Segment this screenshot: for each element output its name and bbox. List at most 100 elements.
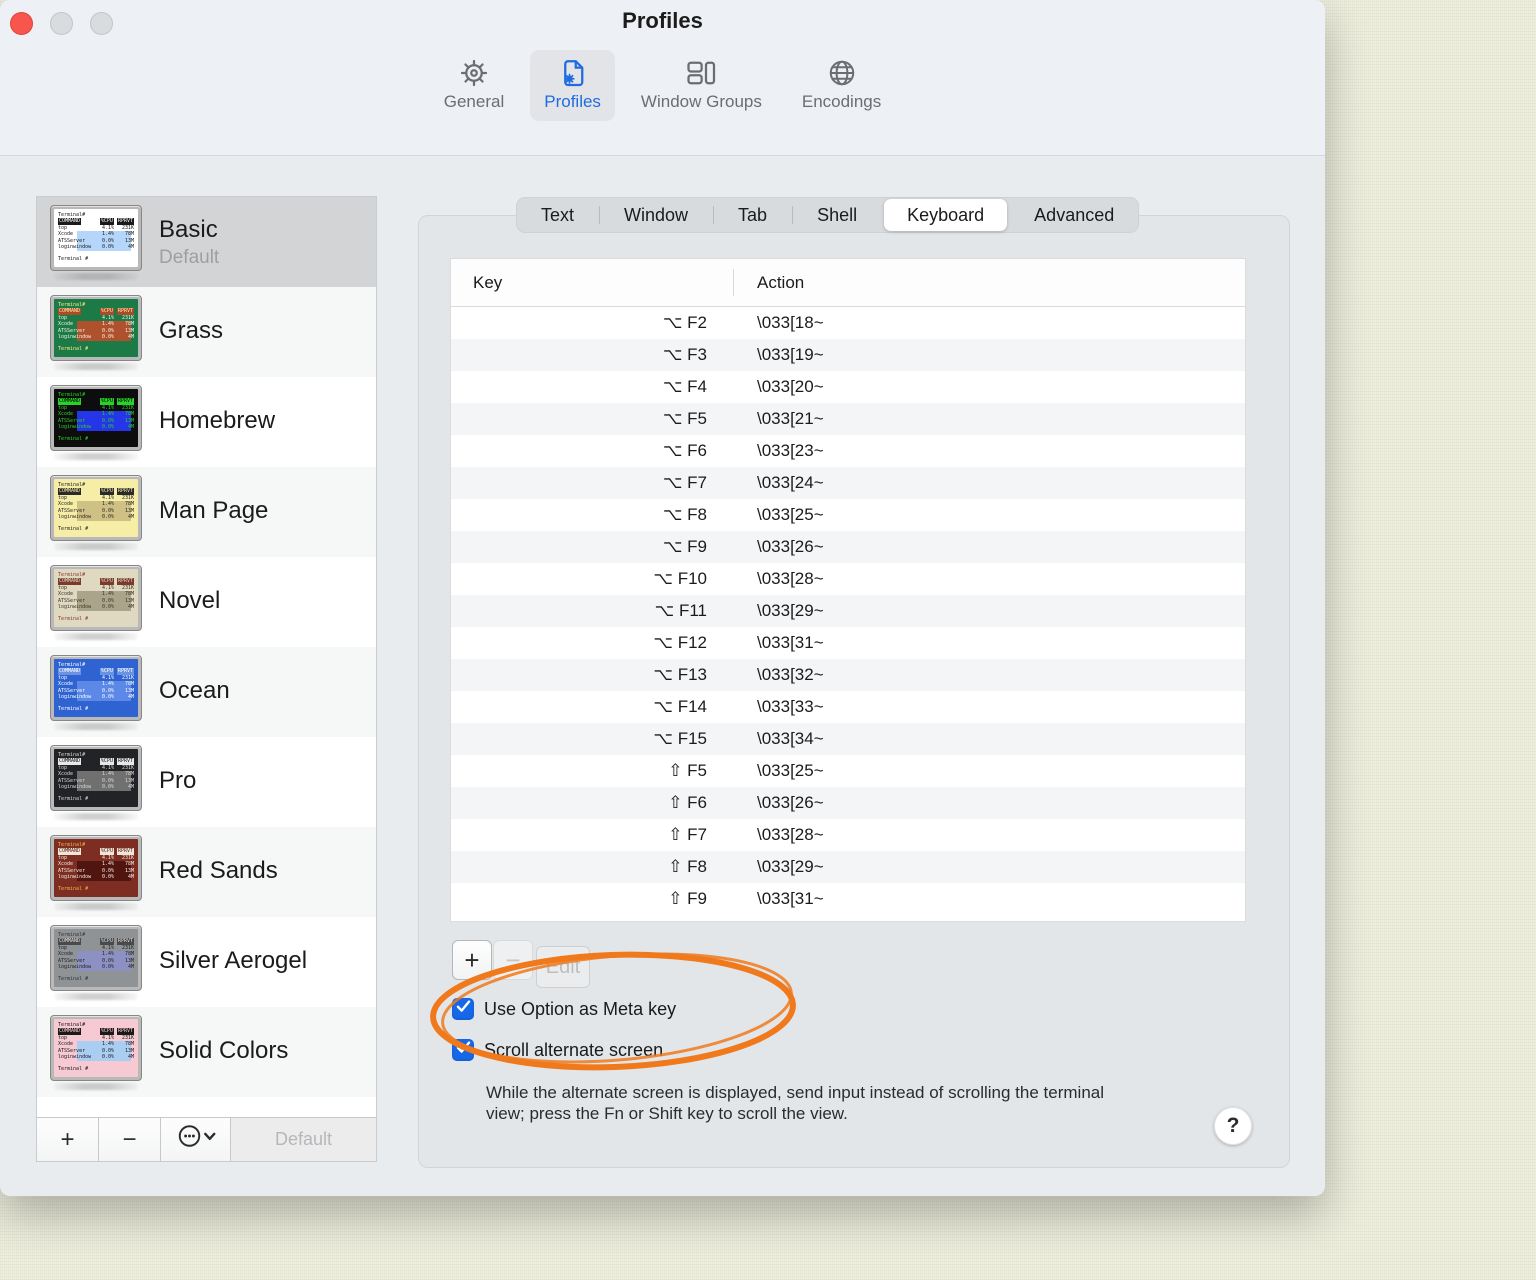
window-groups-icon	[684, 58, 718, 88]
tab[interactable]: Tab	[713, 197, 792, 233]
key-binding-row[interactable]: ⌥ F4 \033[20~	[451, 371, 1245, 403]
alternate-screen-description: While the alternate screen is displayed,…	[486, 1083, 1105, 1123]
tab[interactable]: Shell	[792, 197, 882, 233]
key-binding-row[interactable]: ⇧ F5 \033[25~	[451, 755, 1245, 787]
thumbnail-shadow	[54, 362, 138, 370]
profile-list-item[interactable]: Terminal# COMMAND %CPU RPRVT top 4.1% 231K…	[37, 827, 376, 917]
profile-name: Solid Colors	[159, 1036, 289, 1064]
column-header-action[interactable]: Action	[757, 273, 804, 293]
preferences-window: Profiles General Profiles Window Groups …	[0, 0, 1325, 1196]
key-cell: ⌥ F15	[653, 729, 707, 748]
key-binding-row[interactable]: ⌥ F13 \033[32~	[451, 659, 1245, 691]
key-binding-row[interactable]: ⇧ F6 \033[26~	[451, 787, 1245, 819]
profile-name: Pro	[159, 766, 197, 794]
action-cell: \033[31~	[757, 889, 824, 908]
key-binding-row[interactable]: ⌥ F10 \033[28~	[451, 563, 1245, 595]
action-cell: \033[29~	[757, 857, 824, 876]
action-cell: \033[23~	[757, 441, 824, 460]
thumbnail-shadow	[54, 722, 138, 730]
checkmark-icon	[456, 1041, 471, 1059]
profile-list-item[interactable]: Terminal# COMMAND %CPU RPRVT top 4.1% 231K…	[37, 917, 376, 1007]
key-binding-row[interactable]: ⌥ F2 \033[18~	[451, 307, 1245, 339]
profile-name: Homebrew	[159, 406, 276, 434]
key-binding-row[interactable]: ⌥ F9 \033[26~	[451, 531, 1245, 563]
action-cell: \033[33~	[757, 697, 824, 716]
gear-icon	[458, 58, 490, 88]
add-profile-button[interactable]: +	[37, 1118, 99, 1161]
default-button[interactable]: Default	[231, 1118, 376, 1161]
profile-thumbnail-screen: Terminal# COMMAND %CPU RPRVT top 4.1% 231K…	[54, 928, 138, 987]
checkmark-icon	[456, 1000, 471, 1018]
profile-list-item[interactable]: Terminal# COMMAND %CPU RPRVT top 4.1% 231K…	[37, 197, 376, 287]
profile-list-item[interactable]: Terminal# COMMAND %CPU RPRVT top 4.1% 231K…	[37, 647, 376, 737]
key-binding-row[interactable]: ⌥ F15 \033[34~	[451, 723, 1245, 755]
key-binding-row[interactable]: ⌥ F3 \033[19~	[451, 339, 1245, 371]
profile-thumbnail-screen: Terminal# COMMAND %CPU RPRVT top 4.1% 231K…	[54, 658, 138, 717]
toolbar-item-general[interactable]: General	[430, 50, 518, 121]
key-binding-row[interactable]: ⌥ F14 \033[33~	[451, 691, 1245, 723]
profile-thumbnail-screen: Terminal# COMMAND %CPU RPRVT top 4.1% 231K…	[54, 298, 138, 357]
key-binding-row[interactable]: ⌥ F7 \033[24~	[451, 467, 1245, 499]
table-header: Key Action	[451, 259, 1245, 307]
profile-list-item[interactable]: Terminal# COMMAND %CPU RPRVT top 4.1% 231K…	[37, 467, 376, 557]
profile-thumbnail-screen: Terminal# COMMAND %CPU RPRVT top 4.1% 231K…	[54, 388, 138, 447]
tab[interactable]: Keyboard	[884, 199, 1008, 231]
profile-list-item[interactable]: Terminal# COMMAND %CPU RPRVT top 4.1% 231K…	[37, 287, 376, 377]
thumbnail-shadow	[54, 902, 138, 910]
action-cell: \033[25~	[757, 505, 824, 524]
profile-actions-menu-button[interactable]	[161, 1118, 231, 1161]
key-binding-row[interactable]: ⇧ F9 \033[31~	[451, 883, 1245, 915]
toolbar: General Profiles Window Groups Encodings	[0, 50, 1325, 121]
profile-thumbnail-screen: Terminal# COMMAND %CPU RPRVT top 4.1% 231K…	[54, 838, 138, 897]
key-binding-row[interactable]: ⌥ F5 \033[21~	[451, 403, 1245, 435]
use-option-as-meta-checkbox[interactable]	[452, 998, 474, 1020]
key-cell: ⌥ F2	[662, 313, 707, 332]
profile-thumbnail: Terminal# COMMAND %CPU RPRVT top 4.1% 231K…	[50, 744, 142, 820]
tab[interactable]: Window	[599, 197, 713, 233]
use-option-as-meta-label[interactable]: Use Option as Meta key	[484, 999, 676, 1020]
key-cell: ⇧ F6	[668, 793, 707, 812]
remove-profile-button[interactable]: −	[99, 1118, 161, 1161]
key-binding-row[interactable]: ⌥ F11 \033[29~	[451, 595, 1245, 627]
profile-list-item[interactable]: Terminal# COMMAND %CPU RPRVT top 4.1% 231K…	[37, 1007, 376, 1097]
key-cell: ⇧ F5	[668, 761, 707, 780]
profile-thumbnail: Terminal# COMMAND %CPU RPRVT top 4.1% 231K…	[50, 384, 142, 460]
key-binding-row[interactable]: ⇧ F7 \033[28~	[451, 819, 1245, 851]
scroll-alternate-screen-label[interactable]: Scroll alternate screen	[484, 1040, 663, 1061]
key-cell: ⌥ F9	[662, 537, 707, 556]
toolbar-item-encodings[interactable]: Encodings	[788, 50, 895, 121]
key-binding-row[interactable]: ⇧ F8 \033[29~	[451, 851, 1245, 883]
profile-thumbnail: Terminal# COMMAND %CPU RPRVT top 4.1% 231K…	[50, 204, 142, 280]
add-key-binding-button[interactable]: +	[452, 940, 492, 980]
edit-key-binding-button[interactable]: Edit	[536, 946, 590, 988]
column-header-key[interactable]: Key	[451, 273, 502, 293]
profile-list-item[interactable]: Terminal# COMMAND %CPU RPRVT top 4.1% 231K…	[37, 737, 376, 827]
profile-list-item[interactable]: Terminal# COMMAND %CPU RPRVT top 4.1% 231K…	[37, 557, 376, 647]
scroll-alternate-screen-checkbox[interactable]	[452, 1039, 474, 1061]
action-cell: \033[20~	[757, 377, 824, 396]
key-cell: ⌥ F4	[662, 377, 707, 396]
toolbar-item-profiles[interactable]: Profiles	[530, 50, 615, 121]
key-binding-row[interactable]: ⌥ F12 \033[31~	[451, 627, 1245, 659]
tab[interactable]: Advanced	[1009, 197, 1139, 233]
toolbar-item-window-groups[interactable]: Window Groups	[627, 50, 776, 121]
key-binding-row[interactable]: ⌥ F8 \033[25~	[451, 499, 1245, 531]
key-binding-row[interactable]: ⌥ F6 \033[23~	[451, 435, 1245, 467]
key-cell: ⌥ F12	[653, 633, 707, 652]
thumbnail-shadow	[54, 992, 138, 1000]
key-cell: ⌥ F10	[653, 569, 707, 588]
key-cell: ⇧ F9	[668, 889, 707, 908]
profile-list-item[interactable]: Terminal# COMMAND %CPU RPRVT top 4.1% 231K…	[37, 377, 376, 467]
key-bindings-table: Key Action ⌥ F2 \033[18~ ⌥ F3 \033[19~ ⌥…	[450, 258, 1246, 922]
action-cell: \033[31~	[757, 633, 824, 652]
key-cell: ⌥ F8	[662, 505, 707, 524]
profile-thumbnail-screen: Terminal# COMMAND %CPU RPRVT top 4.1% 231K…	[54, 208, 138, 267]
key-cell: ⌥ F6	[662, 441, 707, 460]
titlebar: Profiles General Profiles Window Groups …	[0, 0, 1325, 156]
key-cell: ⌥ F3	[662, 345, 707, 364]
help-button[interactable]: ?	[1214, 1107, 1252, 1145]
profile-thumbnail: Terminal# COMMAND %CPU RPRVT top 4.1% 231K…	[50, 294, 142, 370]
table-scroll-sliver	[451, 307, 1245, 311]
remove-key-binding-button[interactable]: −	[493, 940, 533, 980]
tab[interactable]: Text	[516, 197, 599, 233]
